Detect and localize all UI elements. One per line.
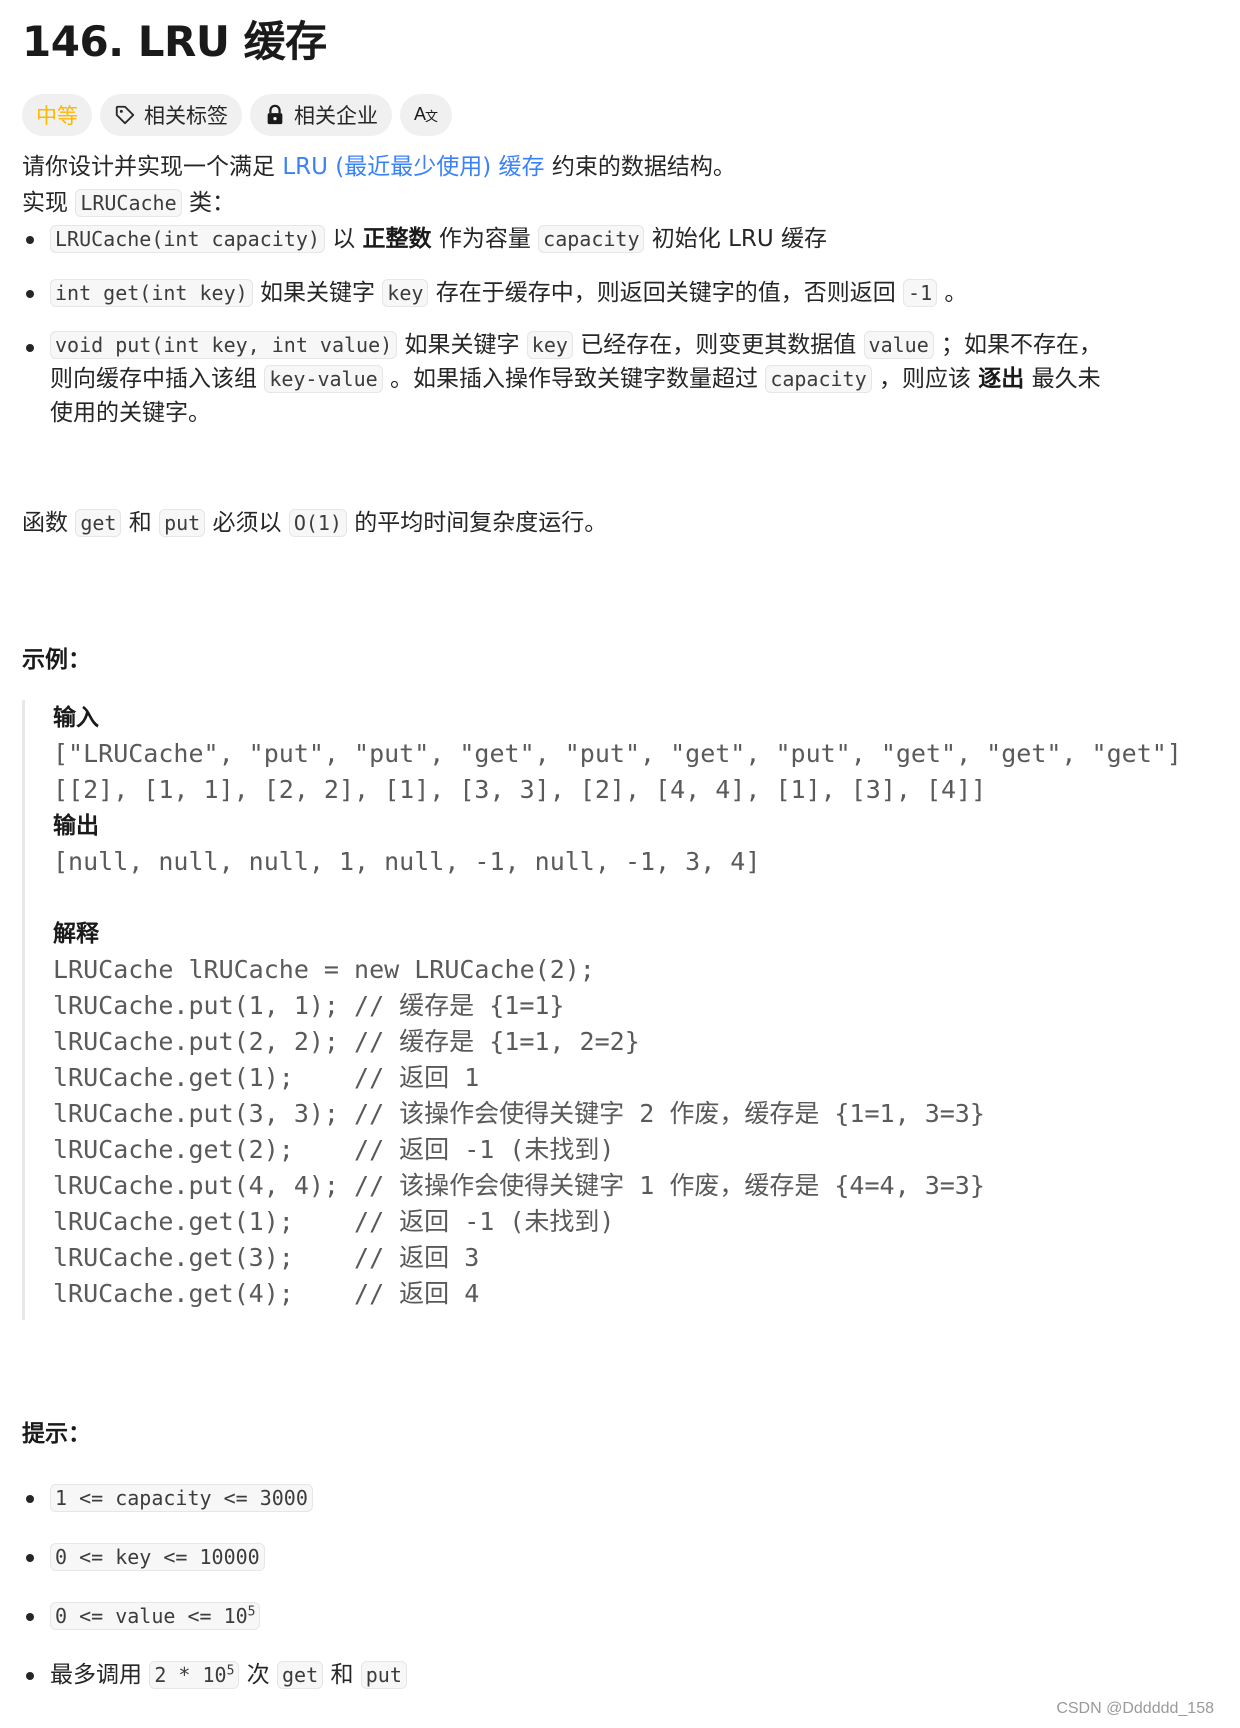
tag-bar: 中等 相关标签 相关企业 A文 [22,94,452,136]
example-heading: 示例： [22,647,91,673]
constraints-list: 1 <= capacity <= 3000 0 <= key <= 10000 … [22,1479,407,1694]
problem-title: 146. LRU 缓存 [22,17,327,66]
explain-line: LRUCache lRUCache = new LRUCache(2); [53,955,595,984]
lock-icon [264,104,286,126]
inline-code: LRUCache [75,189,182,217]
explain-line: lRUCache.put(1, 1); // 缓存是 {1=1} [53,991,565,1020]
related-tags-button[interactable]: 相关标签 [100,94,242,136]
translate-button[interactable]: A文 [400,94,452,136]
input-ops: ["LRUCache", "put", "put", "get", "put",… [53,739,1182,768]
impl-paragraph: 实现 LRUCache 类： [22,189,235,217]
explain-line: lRUCache.get(1); // 返回 -1 (未找到) [53,1207,615,1236]
explain-line: lRUCache.get(2); // 返回 -1 (未找到) [53,1135,615,1164]
method-item-constructor: LRUCache(int capacity) 以 正整数 作为容量 capaci… [22,220,827,258]
output-label: 输出 [53,813,99,839]
explain-label: 解释 [53,921,99,947]
explain-line: lRUCache.get(3); // 返回 3 [53,1243,480,1272]
explain-line: lRUCache.put(3, 3); // 该操作会使得关键字 2 作废，缓存… [53,1099,985,1128]
method-list: LRUCache(int capacity) 以 正整数 作为容量 capaci… [22,220,827,258]
watermark: CSDN @Dddddd_158 [1056,1700,1214,1717]
tag-icon [114,104,136,126]
constraint-item: 0 <= value <= 105 [22,1597,407,1635]
output-values: [null, null, null, 1, null, -1, null, -1… [53,847,761,876]
input-label: 输入 [53,705,99,731]
complexity-paragraph: 函数 get 和 put 必须以 O(1) 的平均时间复杂度运行。 [22,509,608,537]
svg-text:文: 文 [425,109,438,124]
method-list-get: int get(int key) 如果关键字 key 存在于缓存中，则返回关键字… [22,274,967,312]
translate-icon: A文 [414,102,438,129]
example-block: 输入 ["LRUCache", "put", "put", "get", "pu… [22,700,1212,1320]
input-args: [[2], [1, 1], [2, 2], [1], [3, 3], [2], … [53,775,987,804]
constraints-heading: 提示： [22,1421,91,1447]
explain-line: lRUCache.get(4); // 返回 4 [53,1279,480,1308]
related-tags-label: 相关标签 [144,104,228,128]
lru-wiki-link[interactable]: LRU (最近最少使用) 缓存 [282,154,544,180]
method-item-put: void put(int key, int value) 如果关键字 key 已… [22,328,1102,430]
explain-line: lRUCache.put(4, 4); // 该操作会使得关键字 1 作废，缓存… [53,1171,985,1200]
explain-line: lRUCache.get(1); // 返回 1 [53,1063,480,1092]
related-companies-label: 相关企业 [294,104,378,128]
constraint-item: 0 <= key <= 10000 [22,1538,407,1576]
related-companies-button[interactable]: 相关企业 [250,94,392,136]
difficulty-badge[interactable]: 中等 [22,94,92,136]
constraint-item: 最多调用 2 * 105 次 get 和 put [22,1656,407,1694]
method-item-get: int get(int key) 如果关键字 key 存在于缓存中，则返回关键字… [22,274,967,312]
constraint-item: 1 <= capacity <= 3000 [22,1479,407,1517]
intro-paragraph: 请你设计并实现一个满足 LRU (最近最少使用) 缓存 约束的数据结构。 [22,154,736,180]
method-list-put: void put(int key, int value) 如果关键字 key 已… [22,328,1102,430]
explain-line: lRUCache.put(2, 2); // 缓存是 {1=1, 2=2} [53,1027,640,1056]
